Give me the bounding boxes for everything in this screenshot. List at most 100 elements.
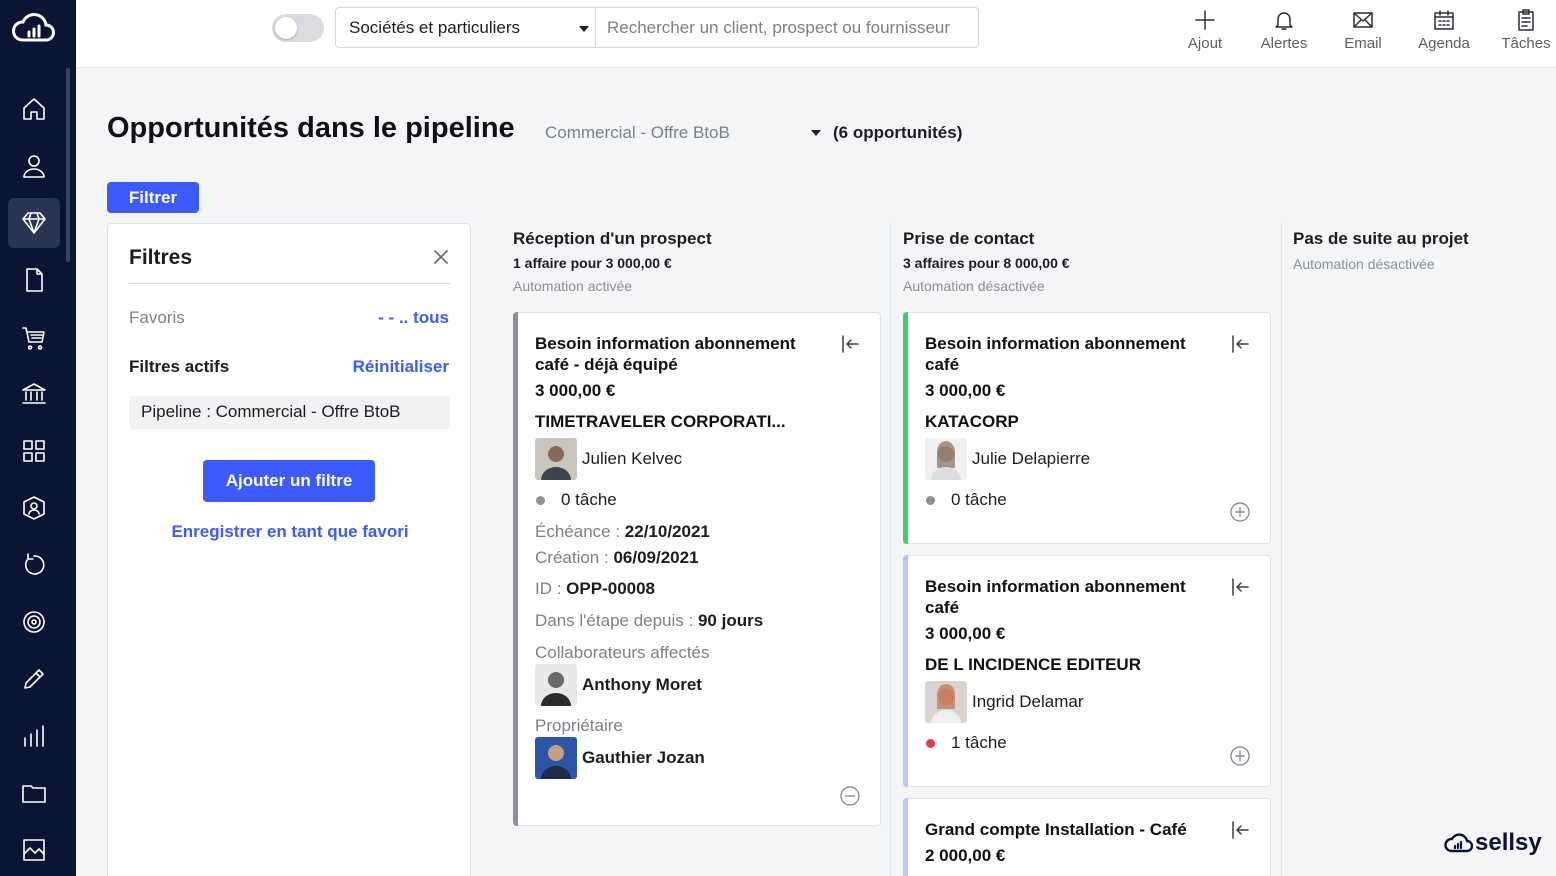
sidebar-item-history[interactable] (8, 540, 60, 590)
caret-down-icon[interactable] (811, 130, 821, 136)
sidebar-item-purchases[interactable] (8, 312, 60, 362)
mode-toggle[interactable] (272, 14, 324, 42)
avatar (925, 681, 967, 723)
column-summary: 3 affaires pour 8 000,00 € (903, 255, 1070, 271)
due-value: 22/10/2021 (624, 522, 710, 541)
cloud-logo-icon[interactable] (10, 8, 58, 48)
add-button[interactable]: Ajout (1165, 6, 1245, 52)
task-count: 0 tâche (951, 490, 1007, 509)
card-accent (903, 555, 908, 787)
opportunity-card[interactable]: Besoin information abonnement café 3 000… (903, 555, 1271, 787)
pipeline-select[interactable]: Commercial - Offre BtoB (545, 123, 730, 143)
tasks-label: Tâches (1501, 35, 1551, 52)
email-label: Email (1344, 35, 1382, 52)
sidebar-item-gallery[interactable] (8, 825, 60, 875)
card-company[interactable]: DE L INCIDENCE EDITEUR (925, 655, 1141, 675)
save-favorite-link[interactable]: Enregistrer en tant que favori (108, 522, 472, 542)
filter-button[interactable]: Filtrer (107, 182, 199, 213)
page-title: Opportunités dans le pipeline (107, 112, 515, 144)
collaborator-name: Anthony Moret (582, 675, 702, 694)
sidebar-scrollbar[interactable] (66, 68, 70, 262)
card-contact[interactable]: Julie Delapierre (925, 438, 1090, 480)
tasks-button[interactable]: Tâches (1486, 6, 1556, 52)
cloud-logo-icon (1444, 833, 1473, 853)
calendar-icon (1434, 10, 1454, 30)
column-summary: 1 affaire pour 3 000,00 € (513, 255, 672, 271)
column-header-contact: Prise de contact 3 affaires pour 8 000,0… (903, 229, 1070, 294)
task-count: 0 tâche (561, 490, 617, 509)
folder-icon (22, 785, 46, 803)
favorites-all-link[interactable]: - - .. tous (378, 308, 449, 328)
column-automation: Automation activée (513, 278, 633, 294)
sidebar-item-edit[interactable] (8, 654, 60, 704)
card-company[interactable]: TIMETRAVELER CORPORATI... (535, 412, 786, 432)
move-card-button[interactable] (839, 333, 861, 355)
card-created-date: Création : 06/09/2021 (535, 548, 699, 567)
active-filters-label: Filtres actifs (129, 357, 230, 376)
sidebar-item-apps[interactable] (8, 426, 60, 476)
divider (129, 283, 450, 284)
topbar: Sociétés et particuliers Ajout Alertes E… (76, 0, 1556, 68)
card-title: Besoin information abonnement café (925, 334, 1186, 374)
alerts-button[interactable]: Alertes (1244, 6, 1324, 52)
id-value: OPP-00008 (566, 579, 656, 598)
close-filters-button[interactable] (432, 248, 450, 266)
opportunity-card[interactable]: Grand compte Installation - Café 2 000,0… (903, 798, 1271, 876)
favorites-label: Favoris (129, 308, 185, 327)
add-task-button[interactable] (1229, 501, 1251, 523)
sidebar-item-goals[interactable] (8, 597, 60, 647)
avatar (535, 664, 577, 706)
card-due-date: Échéance : 22/10/2021 (535, 522, 710, 541)
clipboard-icon (1518, 9, 1534, 31)
scope-select-value: Sociétés et particuliers (349, 17, 521, 37)
contact-name: Julie Delapierre (972, 449, 1091, 468)
user-icon (23, 155, 45, 178)
add-filter-button[interactable]: Ajouter un filtre (203, 460, 375, 502)
move-card-button[interactable] (1229, 333, 1251, 355)
sidebar-item-documents[interactable] (8, 255, 60, 305)
card-amount: 2 000,00 € (925, 846, 1006, 865)
column-automation: Automation désactivée (903, 278, 1045, 294)
sidebar-item-opportunities[interactable] (8, 198, 60, 248)
caret-down-icon (579, 26, 589, 32)
card-company[interactable]: KATACORP (925, 412, 1019, 432)
plus-circle-icon (1230, 746, 1250, 766)
move-left-icon (842, 335, 859, 353)
sidebar-item-home[interactable] (8, 84, 60, 134)
task-count: 1 tâche (951, 733, 1007, 752)
sidebar-item-support[interactable] (8, 483, 60, 533)
cart-icon (22, 327, 45, 350)
add-task-button[interactable] (1229, 745, 1251, 767)
sidebar-item-reports[interactable] (8, 711, 60, 761)
plus-circle-icon (1230, 502, 1250, 522)
sellsy-logo: sellsy (1443, 829, 1542, 857)
stage-value: 90 jours (697, 611, 764, 630)
email-button[interactable]: Email (1323, 6, 1403, 52)
opportunity-card[interactable]: Besoin information abonnement café 3 000… (903, 312, 1271, 544)
collapse-card-button[interactable] (839, 785, 861, 807)
active-filter-chip[interactable]: Pipeline : Commercial - Offre BtoB (129, 396, 450, 429)
card-owner[interactable]: Gauthier Jozan (535, 737, 705, 779)
scope-select[interactable]: Sociétés et particuliers (336, 8, 596, 47)
opportunity-card[interactable]: Besoin information abonnement café - déj… (513, 312, 881, 826)
search-input[interactable] (596, 8, 978, 47)
search-bar: Sociétés et particuliers (335, 7, 979, 48)
avatar (535, 438, 577, 480)
created-value: 06/09/2021 (613, 548, 699, 567)
agenda-button[interactable]: Agenda (1404, 6, 1484, 52)
avatar (925, 438, 967, 480)
card-contact[interactable]: Ingrid Delamar (925, 681, 1084, 723)
avatar (535, 737, 577, 779)
move-card-button[interactable] (1229, 576, 1251, 598)
sidebar-item-files[interactable] (8, 768, 60, 818)
card-id: ID : OPP-00008 (535, 579, 656, 598)
sidebar-item-contacts[interactable] (8, 141, 60, 191)
card-contact[interactable]: Julien Kelvec (535, 438, 682, 480)
card-collaborator[interactable]: Anthony Moret (535, 664, 702, 706)
card-title: Besoin information abonnement café (925, 577, 1186, 617)
move-card-button[interactable] (1229, 819, 1251, 841)
sidebar-item-banking[interactable] (8, 369, 60, 419)
reset-filters-link[interactable]: Réinitialiser (353, 357, 449, 377)
mail-icon (1353, 12, 1373, 28)
column-automation: Automation désactivée (1293, 256, 1435, 272)
